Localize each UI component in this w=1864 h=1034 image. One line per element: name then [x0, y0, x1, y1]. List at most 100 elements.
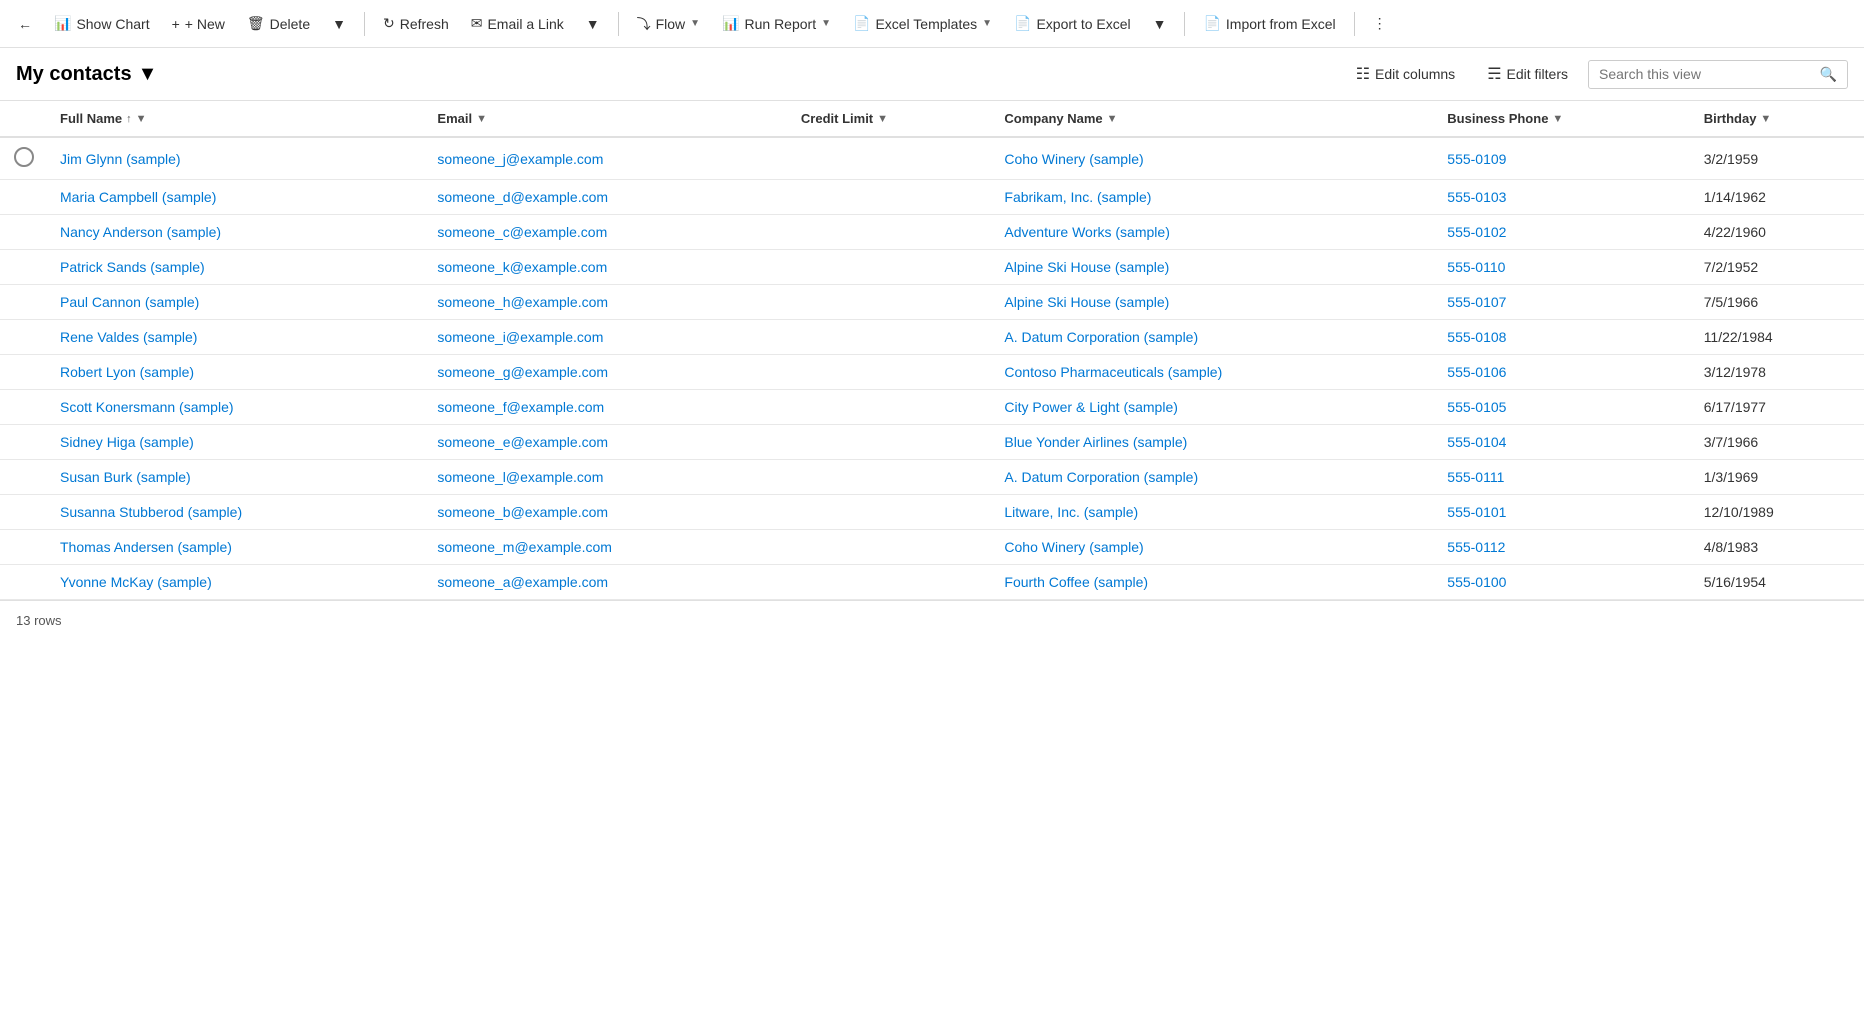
- search-input[interactable]: [1599, 66, 1812, 82]
- email-link[interactable]: someone_l@example.com: [437, 469, 603, 485]
- email-link-button[interactable]: ✉ Email a Link: [461, 9, 574, 38]
- phone-link[interactable]: 555-0104: [1447, 434, 1506, 450]
- import-excel-button[interactable]: 📄 Import from Excel: [1193, 9, 1345, 38]
- company-name-link[interactable]: Fourth Coffee (sample): [1004, 574, 1148, 590]
- delete-dropdown-button[interactable]: ▼: [322, 10, 356, 38]
- row-select-cell: [0, 320, 48, 355]
- cell-business-phone: 555-0102: [1435, 215, 1691, 250]
- cell-company-name: Coho Winery (sample): [992, 137, 1435, 180]
- cell-company-name: City Power & Light (sample): [992, 390, 1435, 425]
- row-checkbox[interactable]: [14, 147, 34, 167]
- show-chart-button[interactable]: 📊 Show Chart: [44, 9, 160, 38]
- email-link[interactable]: someone_h@example.com: [437, 294, 608, 310]
- full-name-link[interactable]: Robert Lyon (sample): [60, 364, 194, 380]
- col-header-business-phone[interactable]: Business Phone ▼: [1435, 101, 1691, 137]
- company-name-link[interactable]: Coho Winery (sample): [1004, 151, 1143, 167]
- delete-button[interactable]: 🗑 Delete: [237, 9, 320, 38]
- run-report-label: Run Report: [745, 16, 817, 32]
- edit-columns-button[interactable]: ☷ Edit columns: [1344, 58, 1468, 90]
- full-name-link[interactable]: Scott Konersmann (sample): [60, 399, 234, 415]
- edit-filters-button[interactable]: ☴ Edit filters: [1475, 58, 1580, 90]
- edit-filters-label: Edit filters: [1507, 66, 1568, 82]
- phone-link[interactable]: 555-0110: [1447, 259, 1505, 275]
- phone-link[interactable]: 555-0102: [1447, 224, 1506, 240]
- email-link[interactable]: someone_k@example.com: [437, 259, 607, 275]
- phone-link[interactable]: 555-0106: [1447, 364, 1506, 380]
- excel-templates-icon: 📄: [853, 15, 870, 32]
- cell-business-phone: 555-0100: [1435, 565, 1691, 600]
- full-name-link[interactable]: Yvonne McKay (sample): [60, 574, 212, 590]
- col-header-email[interactable]: Email ▼: [425, 101, 789, 137]
- table-row: Jim Glynn (sample) someone_j@example.com C…: [0, 137, 1864, 180]
- col-header-full-name[interactable]: Full Name ↑ ▼: [48, 101, 425, 137]
- email-link[interactable]: someone_d@example.com: [437, 189, 608, 205]
- phone-link[interactable]: 555-0109: [1447, 151, 1506, 167]
- email-link[interactable]: someone_c@example.com: [437, 224, 607, 240]
- full-name-link[interactable]: Patrick Sands (sample): [60, 259, 205, 275]
- full-name-link[interactable]: Thomas Andersen (sample): [60, 539, 232, 555]
- company-name-link[interactable]: A. Datum Corporation (sample): [1004, 469, 1198, 485]
- search-box[interactable]: 🔍: [1588, 60, 1848, 89]
- refresh-button[interactable]: ↻ Refresh: [373, 9, 459, 38]
- cell-full-name: Scott Konersmann (sample): [48, 390, 425, 425]
- table-row: Paul Cannon (sample) someone_h@example.co…: [0, 285, 1864, 320]
- new-button[interactable]: + + New: [162, 10, 235, 38]
- full-name-link[interactable]: Nancy Anderson (sample): [60, 224, 221, 240]
- email-link-dropdown-button[interactable]: ▼: [576, 10, 610, 38]
- back-button[interactable]: ←: [8, 10, 42, 38]
- flow-label: Flow: [656, 16, 686, 32]
- col-header-company-name[interactable]: Company Name ▼: [992, 101, 1435, 137]
- phone-link[interactable]: 555-0111: [1447, 469, 1504, 485]
- full-name-link[interactable]: Susan Burk (sample): [60, 469, 191, 485]
- full-name-link[interactable]: Sidney Higa (sample): [60, 434, 194, 450]
- table-row: Patrick Sands (sample) someone_k@example.…: [0, 250, 1864, 285]
- refresh-label: Refresh: [400, 16, 449, 32]
- company-name-link[interactable]: Blue Yonder Airlines (sample): [1004, 434, 1187, 450]
- col-header-birthday[interactable]: Birthday ▼: [1692, 101, 1864, 137]
- filter-icon-business-phone: ▼: [1552, 113, 1563, 125]
- cell-credit-limit: [789, 250, 992, 285]
- company-name-link[interactable]: Contoso Pharmaceuticals (sample): [1004, 364, 1222, 380]
- phone-link[interactable]: 555-0108: [1447, 329, 1506, 345]
- phone-link[interactable]: 555-0103: [1447, 189, 1506, 205]
- company-name-link[interactable]: Alpine Ski House (sample): [1004, 294, 1169, 310]
- cell-business-phone: 555-0112: [1435, 530, 1691, 565]
- view-title-caret[interactable]: ▼: [138, 63, 158, 86]
- email-link[interactable]: someone_m@example.com: [437, 539, 612, 555]
- export-excel-button[interactable]: 📄 Export to Excel: [1004, 9, 1141, 38]
- phone-link[interactable]: 555-0105: [1447, 399, 1506, 415]
- phone-link[interactable]: 555-0100: [1447, 574, 1506, 590]
- email-link[interactable]: someone_a@example.com: [437, 574, 608, 590]
- phone-link[interactable]: 555-0112: [1447, 539, 1505, 555]
- email-link[interactable]: someone_g@example.com: [437, 364, 608, 380]
- company-name-link[interactable]: A. Datum Corporation (sample): [1004, 329, 1198, 345]
- new-icon: +: [172, 16, 180, 32]
- full-name-link[interactable]: Susanna Stubberod (sample): [60, 504, 242, 520]
- cell-company-name: Coho Winery (sample): [992, 530, 1435, 565]
- email-link[interactable]: someone_j@example.com: [437, 151, 603, 167]
- excel-templates-button[interactable]: 📄 Excel Templates ▼: [843, 9, 1002, 38]
- company-name-link[interactable]: Fabrikam, Inc. (sample): [1004, 189, 1151, 205]
- company-name-link[interactable]: Alpine Ski House (sample): [1004, 259, 1169, 275]
- flow-button[interactable]: ⤵ Flow ▼: [627, 8, 710, 40]
- email-link[interactable]: someone_i@example.com: [437, 329, 603, 345]
- chevron-down-icon: ▼: [332, 16, 346, 32]
- email-link[interactable]: someone_e@example.com: [437, 434, 608, 450]
- company-name-link[interactable]: Adventure Works (sample): [1004, 224, 1169, 240]
- phone-link[interactable]: 555-0107: [1447, 294, 1506, 310]
- more-button[interactable]: ⋮: [1363, 9, 1397, 38]
- company-name-link[interactable]: Coho Winery (sample): [1004, 539, 1143, 555]
- run-report-button[interactable]: 📊 Run Report ▼: [712, 9, 841, 38]
- full-name-link[interactable]: Maria Campbell (sample): [60, 189, 216, 205]
- email-link[interactable]: someone_b@example.com: [437, 504, 608, 520]
- export-excel-dropdown-button[interactable]: ▼: [1143, 10, 1177, 38]
- full-name-link[interactable]: Paul Cannon (sample): [60, 294, 199, 310]
- new-label: + New: [185, 16, 225, 32]
- phone-link[interactable]: 555-0101: [1447, 504, 1506, 520]
- col-header-credit-limit[interactable]: Credit Limit ▼: [789, 101, 992, 137]
- company-name-link[interactable]: Litware, Inc. (sample): [1004, 504, 1138, 520]
- full-name-link[interactable]: Jim Glynn (sample): [60, 151, 181, 167]
- full-name-link[interactable]: Rene Valdes (sample): [60, 329, 197, 345]
- email-link[interactable]: someone_f@example.com: [437, 399, 604, 415]
- company-name-link[interactable]: City Power & Light (sample): [1004, 399, 1178, 415]
